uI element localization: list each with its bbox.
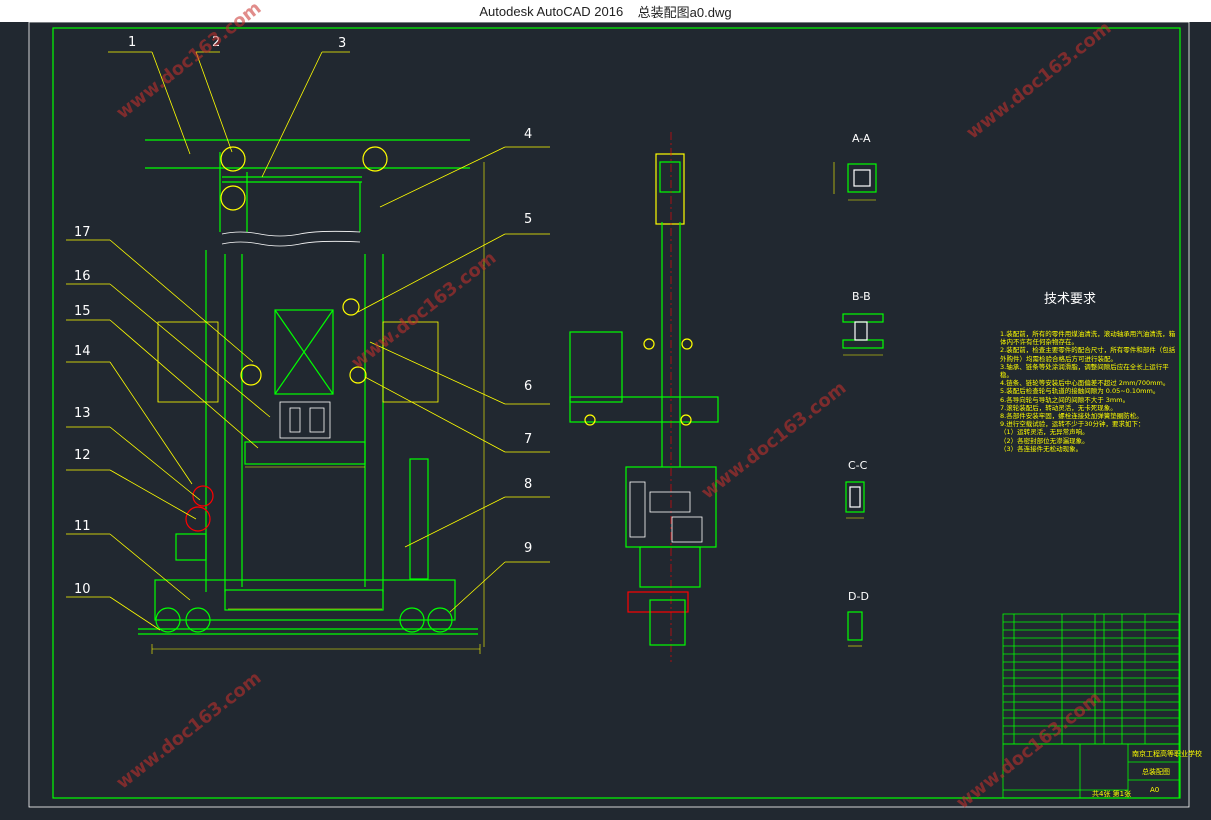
leader-lines xyxy=(66,51,550,631)
tech-item: （1）运转灵活，无异常声响。 xyxy=(1000,428,1089,437)
section-dd xyxy=(847,611,863,647)
callout-4: 4 xyxy=(524,127,532,142)
wheels-front xyxy=(155,146,453,633)
tech-item: 6.各导向轮与导轨之间的间隙不大于 3mm。 xyxy=(1000,395,1130,404)
callout-16: 16 xyxy=(74,269,91,284)
tech-item: 2.装配前，检查主要零件的配合尺寸，所有零件和部件（包括外购件）均需检验合格后方… xyxy=(1000,346,1176,363)
section-labels: A-A B-B C-C D-D xyxy=(848,132,871,603)
front-view xyxy=(138,139,478,635)
callout-9: 9 xyxy=(524,541,532,556)
callout-11: 11 xyxy=(74,519,91,534)
school-name: 南京工程高等职业学校 xyxy=(1132,749,1202,758)
drawing-name: 总装配图 xyxy=(1142,767,1170,776)
section-bb xyxy=(842,313,884,356)
scale-row: 共4张 第1张 xyxy=(1092,789,1131,798)
section-aa xyxy=(833,162,877,201)
callout-8: 8 xyxy=(524,477,532,492)
drive-unit-front xyxy=(279,401,331,439)
callout-7: 7 xyxy=(524,432,532,447)
window-titlebar: Autodesk AutoCAD 2016 总装配图a0.dwg xyxy=(0,0,1211,22)
tech-requirements-title: 技术要求 xyxy=(1044,292,1097,307)
tech-item: 8.各部件安装牢固，螺栓连接处加弹簧垫圈防松。 xyxy=(1000,412,1143,421)
tech-item: （2）各密封部位无渗漏现象。 xyxy=(1000,436,1089,445)
title-block-text: 南京工程高等职业学校 总装配图 A0 共4张 第1张 xyxy=(1092,749,1202,798)
section-label-bb: B-B xyxy=(852,290,871,303)
callout-3: 3 xyxy=(338,36,346,51)
section-label-aa: A-A xyxy=(852,132,871,145)
tech-item: 1.装配前，所有的零件用煤油清洗，滚动轴承用汽油清洗，箱体内不许有任何杂物存在。 xyxy=(1000,330,1176,347)
tech-requirements: 1.装配前，所有的零件用煤油清洗，滚动轴承用汽油清洗，箱体内不许有任何杂物存在。… xyxy=(1000,330,1178,453)
section-label-cc: C-C xyxy=(848,459,868,472)
callout-15: 15 xyxy=(74,304,91,319)
app-title: Autodesk AutoCAD 2016 xyxy=(479,3,624,19)
callout-6: 6 xyxy=(524,379,532,394)
tech-item: 5.装配后检查轮与轨道的接触间隙为 0.05~0.10mm。 xyxy=(1000,387,1160,396)
tech-item: 3.轴承、链条等处涂润滑脂，调整间隙后应在全长上运行平稳。 xyxy=(1000,362,1169,380)
callout-10: 10 xyxy=(74,582,91,597)
callout-17: 17 xyxy=(74,225,91,240)
parts-list xyxy=(1002,613,1180,745)
section-label-dd: D-D xyxy=(848,590,869,603)
callout-13: 13 xyxy=(74,406,91,421)
callout-numbers: 1 2 3 4 5 6 7 8 9 10 11 12 13 14 15 16 1… xyxy=(74,35,532,597)
tech-item: 7.滚轮装配后，转动灵活，无卡死现象。 xyxy=(1000,403,1117,412)
file-title: 总装配图a0.dwg xyxy=(637,4,732,20)
callout-5: 5 xyxy=(524,212,532,227)
side-view xyxy=(569,132,719,662)
section-cc xyxy=(845,481,865,519)
callout-1: 1 xyxy=(128,35,136,50)
sheet-size: A0 xyxy=(1150,786,1159,794)
tech-item: （3）各连接件无松动现象。 xyxy=(1000,444,1083,453)
callout-12: 12 xyxy=(74,448,91,463)
callout-14: 14 xyxy=(74,344,91,359)
